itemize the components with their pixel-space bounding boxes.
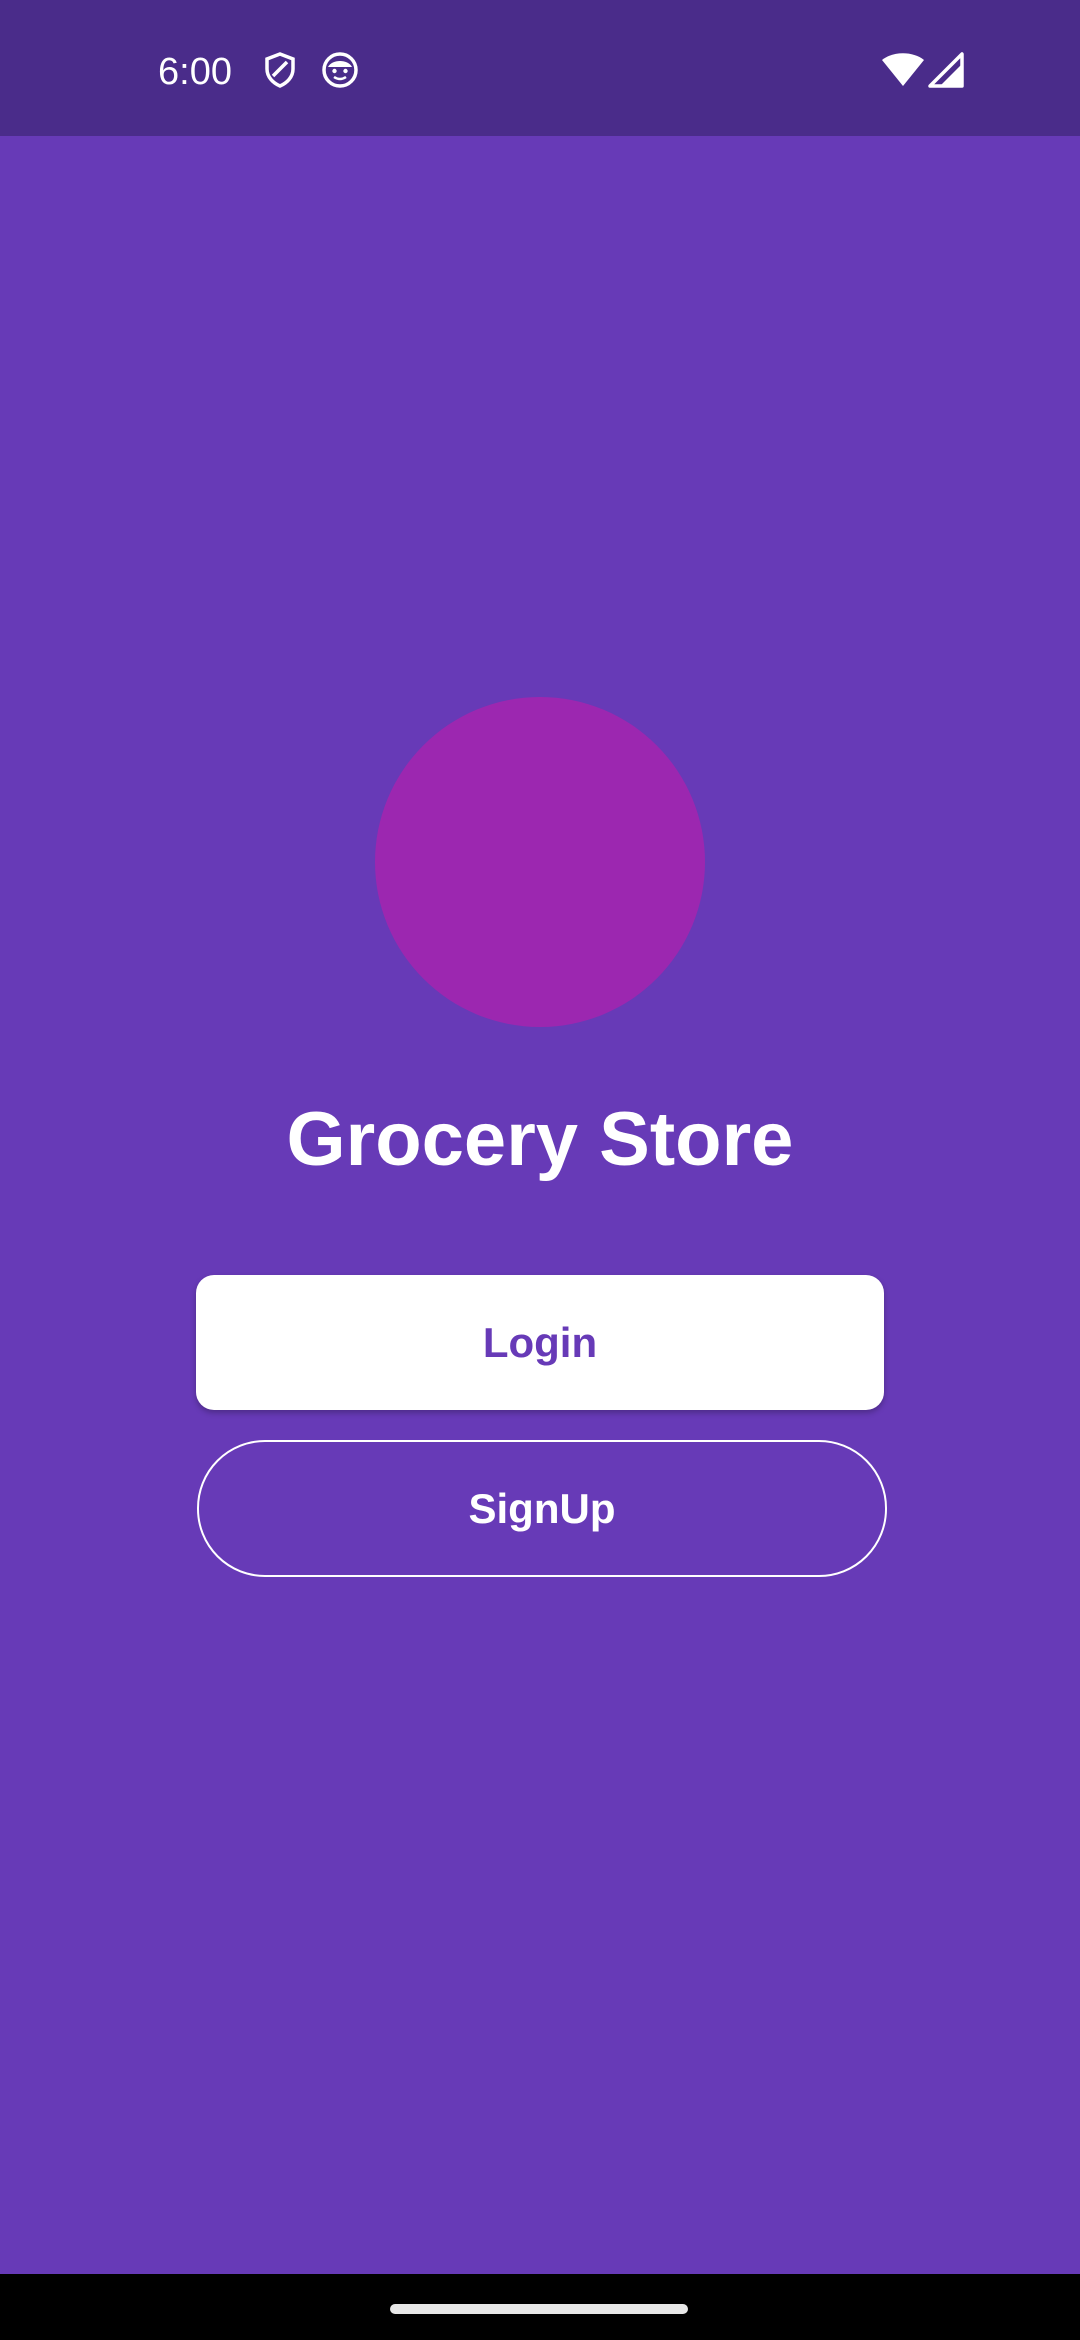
shield-icon <box>265 52 295 88</box>
home-indicator[interactable] <box>390 2304 688 2314</box>
app-title: Grocery Store <box>286 1097 794 1182</box>
login-button[interactable]: Login <box>196 1275 884 1410</box>
signup-button[interactable]: SignUp <box>197 1440 887 1577</box>
status-bar: 6:00 <box>0 0 1080 136</box>
login-button-label: Login <box>482 1318 598 1366</box>
app-logo <box>375 697 705 1027</box>
navigation-bar <box>0 2274 1080 2340</box>
welcome-screen <box>0 136 1080 2274</box>
cell-signal-icon <box>928 52 964 88</box>
status-time: 6:00 <box>158 51 232 93</box>
wifi-icon <box>882 53 924 86</box>
signup-button-label: SignUp <box>468 1484 616 1532</box>
emoji-face-icon <box>322 52 358 88</box>
